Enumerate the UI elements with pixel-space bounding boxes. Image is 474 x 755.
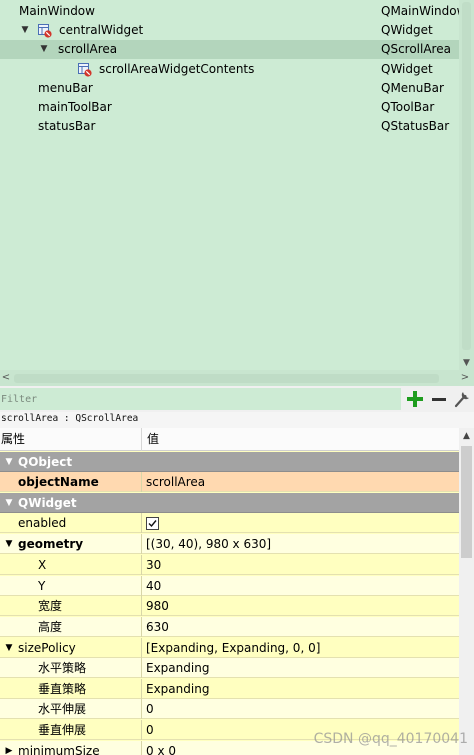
widget-icon [78,63,92,77]
object-tree: MainWindow QMainWindow ▼ centralWidget Q… [0,0,459,370]
scrollbar-thumb[interactable] [462,2,471,350]
property-value[interactable]: [Expanding, Expanding, 0, 0] [146,638,459,658]
tree-row-centralwidget[interactable]: ▼ centralWidget QWidget [0,21,459,40]
tree-row-maintoolbar[interactable]: mainToolBar QToolBar [0,98,459,117]
property-editor: 属性 值 ▼ QObject objectName scrollArea ▼ Q… [0,428,474,755]
chevron-down-icon[interactable]: ▼ [3,452,15,472]
property-name: geometry [18,537,84,551]
tree-row-name: statusBar [38,119,96,133]
property-row-height[interactable]: 高度 630 [0,617,459,637]
property-row-sizepolicy[interactable]: ▼ sizePolicy [Expanding, Expanding, 0, 0… [0,638,459,658]
group-row-qwidget[interactable]: ▼ QWidget [0,493,459,513]
tree-vertical-scrollbar[interactable]: ▼ [459,0,474,370]
property-value[interactable]: Expanding [146,679,459,699]
property-value[interactable]: 980 [146,596,459,616]
property-name: enabled [18,516,67,530]
group-label: QObject [18,455,73,469]
group-label: QWidget [18,496,77,510]
tree-row-class: QWidget [381,23,433,37]
filter-input[interactable] [0,388,401,410]
chevron-down-icon[interactable]: ▼ [38,40,50,59]
tree-row-statusbar[interactable]: statusBar QStatusBar [0,117,459,136]
tree-row-class: QMenuBar [381,81,444,95]
tree-row-scrollareawidgetcontents[interactable]: scrollAreaWidgetContents QWidget [0,60,459,79]
property-row-objectname[interactable]: objectName scrollArea [0,472,459,492]
tree-row-name: mainToolBar [38,100,112,114]
property-name: minimumSize [18,744,100,755]
tree-row-name: MainWindow [19,4,95,18]
property-row-x[interactable]: X 30 [0,555,459,575]
tree-row-mainwindow[interactable]: MainWindow QMainWindow [0,2,459,21]
chevron-down-icon[interactable]: ▼ [3,638,15,658]
current-object-label: scrollArea : QScrollArea [0,412,474,428]
tree-row-name: menuBar [38,81,93,95]
property-row-horizontal-stretch[interactable]: 水平伸展 0 [0,699,459,719]
property-value[interactable]: 630 [146,617,459,637]
checkmark-icon [148,520,157,528]
column-divider[interactable] [141,428,142,451]
property-name: sizePolicy [18,641,76,655]
tree-row-class: QScrollArea [381,42,451,56]
chevron-down-icon[interactable]: ▼ [3,534,15,554]
chevron-down-icon[interactable]: ▼ [19,21,31,40]
property-value[interactable]: 40 [146,576,459,596]
enabled-checkbox[interactable] [146,517,159,530]
scrollbar-thumb[interactable] [461,446,472,558]
property-row-width[interactable]: 宽度 980 [0,596,459,616]
property-row-vertical-policy[interactable]: 垂直策略 Expanding [0,679,459,699]
tree-row-scrollarea[interactable]: ▼ scrollArea QScrollArea [0,40,459,59]
property-vertical-scrollbar[interactable]: ▲ [459,428,474,755]
widget-icon [38,24,52,38]
plus-icon[interactable] [405,389,425,409]
chevron-right-icon[interactable]: > [456,370,474,386]
property-value[interactable]: 0 [146,699,459,719]
property-value[interactable]: 30 [146,555,459,575]
tree-row-class: QMainWindow [381,4,459,18]
minus-icon[interactable] [429,389,449,409]
chevron-down-icon[interactable]: ▼ [459,358,474,368]
property-row-enabled[interactable]: enabled [0,513,459,533]
scrollbar-thumb[interactable] [14,374,439,383]
property-value[interactable]: Expanding [146,658,459,678]
tree-row-class: QStatusBar [381,119,450,133]
property-value[interactable]: [(30, 40), 980 x 630] [146,534,459,554]
property-header: 属性 值 [0,428,459,451]
property-column-header[interactable]: 属性 [1,428,25,451]
tree-row-menubar[interactable]: menuBar QMenuBar [0,79,459,98]
value-column-header[interactable]: 值 [147,428,159,451]
property-row-horizontal-policy[interactable]: 水平策略 Expanding [0,658,459,678]
chevron-left-icon[interactable]: < [0,370,12,386]
wrench-icon[interactable] [452,389,472,409]
tree-row-name: scrollAreaWidgetContents [99,62,255,76]
tree-horizontal-scrollbar[interactable]: < > [0,370,474,386]
watermark: CSDN @qq_40170041 [313,731,468,747]
property-row-geometry[interactable]: ▼ geometry [(30, 40), 980 x 630] [0,534,459,554]
property-row-y[interactable]: Y 40 [0,576,459,596]
chevron-right-icon[interactable]: ▶ [3,741,15,755]
chevron-up-icon[interactable]: ▲ [459,428,474,444]
tree-row-class: QWidget [381,62,433,76]
filter-toolbar [0,386,474,412]
property-name: objectName [18,475,99,489]
tree-row-name: scrollArea [58,42,118,56]
property-value[interactable]: scrollArea [146,472,459,492]
tree-row-class: QToolBar [381,100,435,114]
object-inspector: MainWindow QMainWindow ▼ centralWidget Q… [0,0,474,386]
group-row-qobject[interactable]: ▼ QObject [0,452,459,472]
chevron-down-icon[interactable]: ▼ [3,493,15,513]
tree-row-name: centralWidget [59,23,144,37]
